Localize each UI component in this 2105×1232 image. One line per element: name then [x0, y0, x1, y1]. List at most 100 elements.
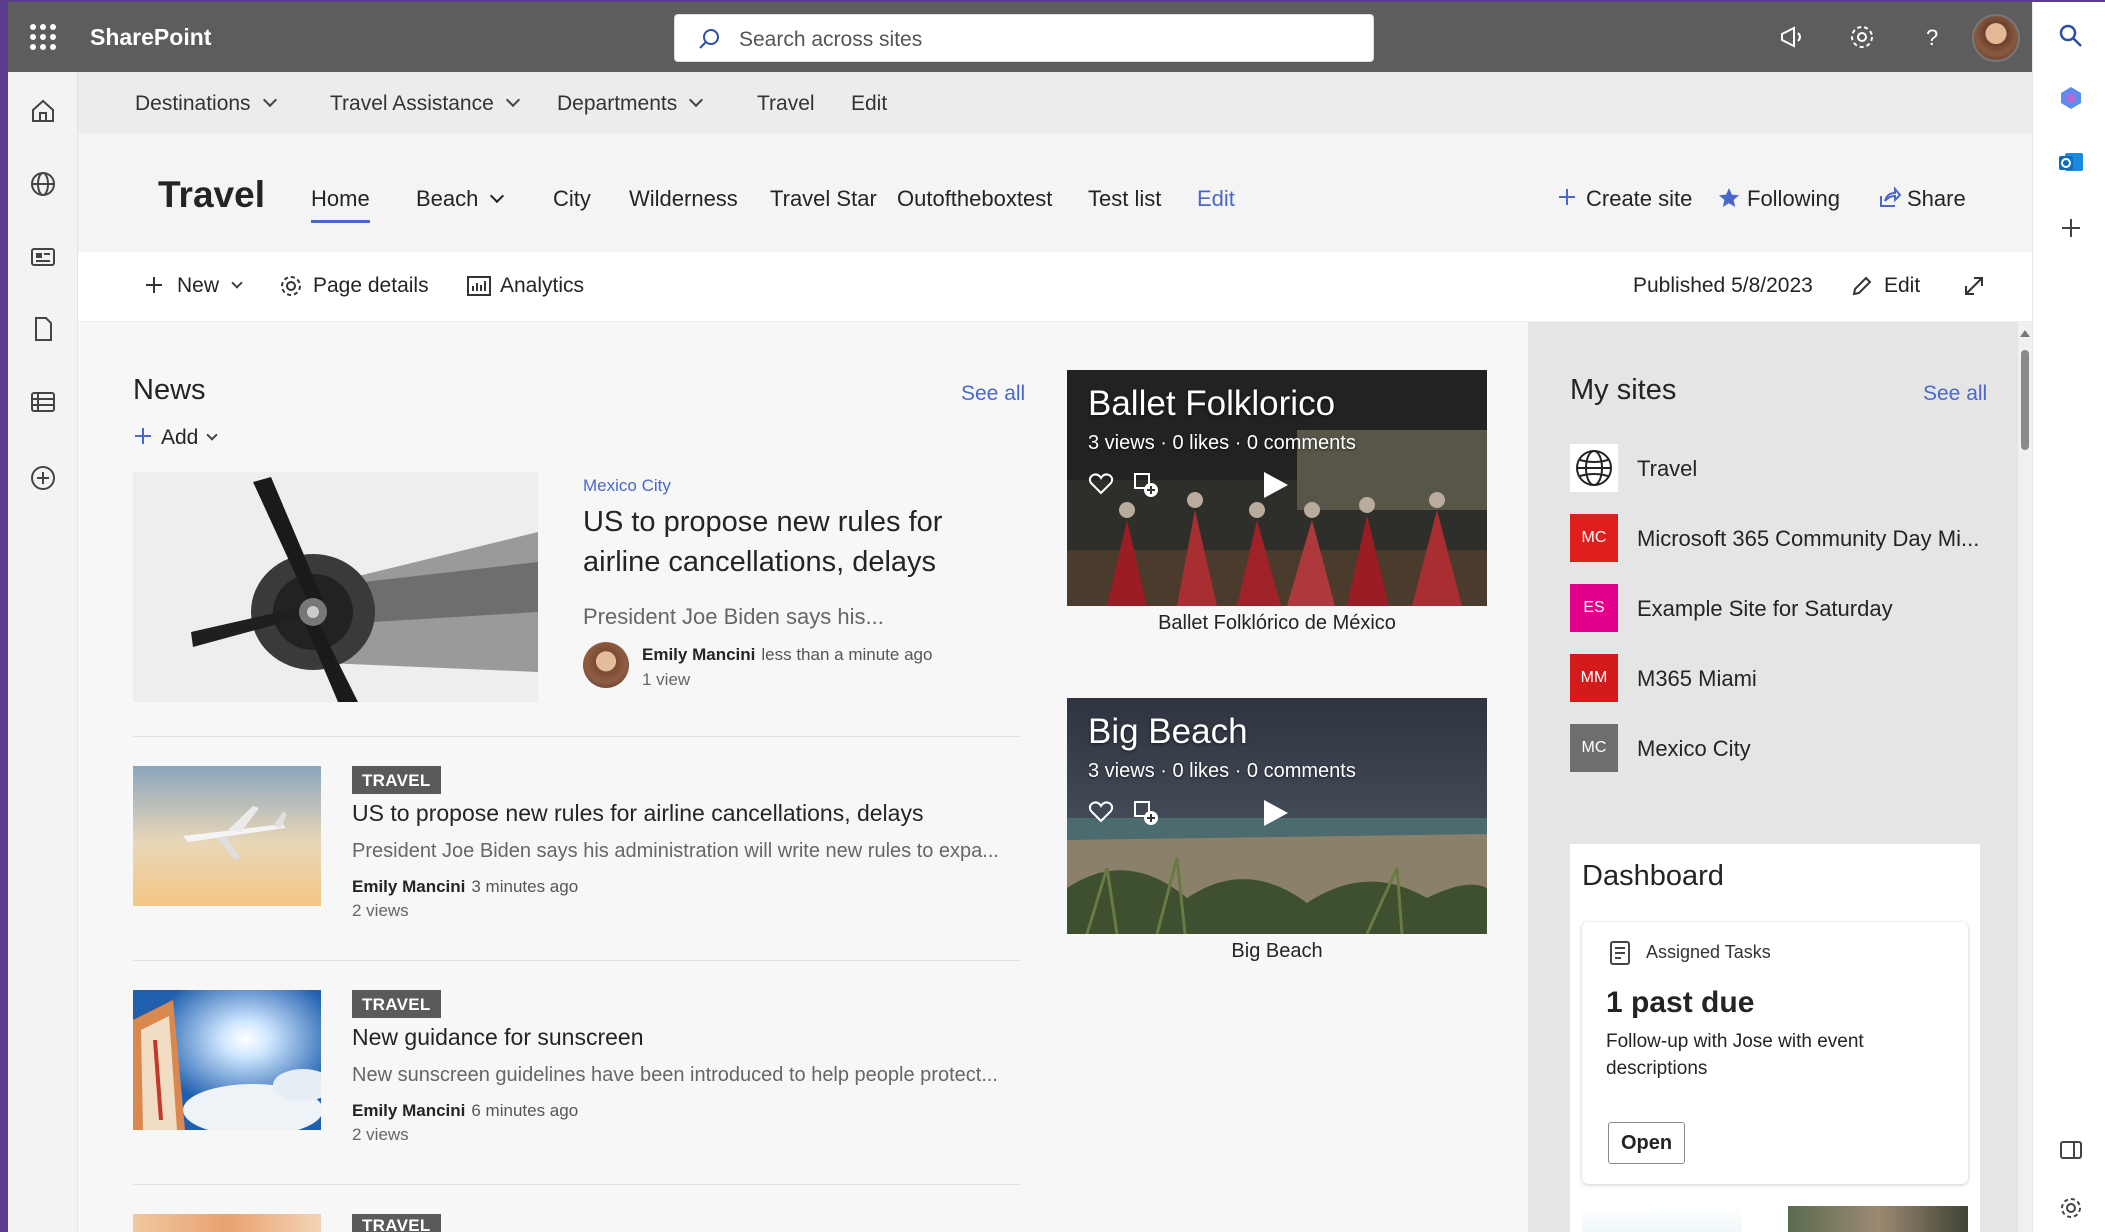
add-to-playlist-icon[interactable] [1133, 800, 1159, 826]
analytics-button[interactable]: Analytics [467, 274, 584, 298]
news-item-byline: Emily Mancini 3 minutes ago [352, 877, 579, 896]
like-heart-icon[interactable] [1088, 472, 1114, 496]
analytics-icon [467, 276, 491, 296]
hub-nav-edit[interactable]: Edit [851, 92, 887, 116]
following-button[interactable]: Following [1719, 186, 1840, 212]
site-name: Mexico City [1637, 736, 1751, 761]
scrollbar-thumb[interactable] [2021, 350, 2029, 450]
globe-icon[interactable] [28, 169, 58, 199]
gear-icon [281, 276, 301, 296]
create-site-button[interactable]: Create site [1559, 186, 1692, 212]
app-name[interactable]: SharePoint [90, 24, 211, 51]
vertical-scrollbar[interactable] [2018, 322, 2032, 1232]
news-item-views: 2 views [352, 1125, 409, 1144]
video-stats: 3 views · 0 likes · 0 comments [1088, 432, 1356, 454]
new-button[interactable]: New [146, 274, 243, 298]
file-icon[interactable] [28, 314, 58, 344]
news-item-thumbnail[interactable] [133, 990, 321, 1130]
plus-icon [146, 277, 162, 293]
site-nav-outoftheboxtest[interactable]: Outoftheboxtest [897, 186, 1052, 212]
travel-site-globe-icon [1570, 444, 1618, 492]
site-nav-test-list[interactable]: Test list [1088, 186, 1161, 212]
hub-nav-travel[interactable]: Travel [757, 92, 815, 116]
hub-nav-destinations[interactable]: Destinations [135, 92, 277, 116]
search-icon [699, 29, 719, 49]
home-icon[interactable] [28, 96, 58, 126]
copilot-icon[interactable] [2057, 84, 2085, 112]
sun-thermometer-image [133, 990, 321, 1130]
help-icon[interactable]: ? [1918, 23, 1946, 51]
hero-news-image[interactable] [133, 472, 538, 702]
outlook-icon[interactable] [2057, 148, 2085, 176]
app-launcher-icon[interactable] [30, 24, 56, 50]
hero-news-tag[interactable]: Mexico City [583, 476, 671, 496]
site-name: Example Site for Saturday [1637, 596, 1893, 621]
hub-nav-travel-assistance[interactable]: Travel Assistance [330, 92, 520, 116]
site-nav-beach[interactable]: Beach [416, 186, 505, 212]
video-title: Big Beach [1088, 712, 1248, 751]
open-button[interactable]: Open [1608, 1122, 1685, 1164]
search-icon[interactable] [2057, 22, 2085, 50]
hub-nav-departments[interactable]: Departments [557, 92, 704, 116]
plus-icon [135, 428, 151, 444]
assigned-tasks-card: Assigned Tasks 1 past due Follow-up with… [1582, 922, 1968, 1184]
play-icon[interactable] [1264, 800, 1288, 826]
edit-page-button[interactable]: Edit [1852, 274, 1920, 298]
card-text: Follow-up with Jose with event descripti… [1606, 1031, 1864, 1079]
news-item-title[interactable]: New guidance for sunscreen [352, 1024, 644, 1051]
expand-icon[interactable] [1962, 274, 1986, 298]
airplane-sky-image [133, 766, 321, 906]
site-header: Travel Home Beach City Wilderness Travel… [78, 134, 2032, 252]
site-nav-home[interactable]: Home [311, 186, 370, 223]
news-item-description: New sunscreen guidelines have been intro… [352, 1064, 998, 1086]
add-to-playlist-icon[interactable] [1133, 472, 1159, 498]
scroll-up-arrow[interactable] [2020, 330, 2030, 337]
news-item-thumbnail[interactable] [133, 766, 321, 906]
search-placeholder: Search across sites [739, 28, 923, 51]
hero-news-description: President Joe Biden says his... [583, 604, 884, 629]
my-sites-see-all-link[interactable]: See all [1923, 382, 1987, 406]
play-icon[interactable] [1264, 472, 1288, 498]
site-nav-city[interactable]: City [553, 186, 591, 212]
news-item-thumbnail[interactable] [133, 1214, 321, 1232]
site-nav-wilderness[interactable]: Wilderness [629, 186, 738, 212]
create-icon[interactable] [28, 463, 58, 493]
page-canvas: News See all Add Mexico City US to propo… [78, 322, 1528, 1232]
right-column: My sites See all Travel MC Microsoft 365… [1528, 322, 2018, 1232]
news-item-category-badge: TRAVEL [352, 766, 441, 794]
page-details-button[interactable]: Page details [281, 274, 429, 298]
video-card-big-beach[interactable]: Big Beach 3 views · 0 likes · 0 comments [1067, 698, 1487, 934]
list-icon[interactable] [28, 387, 58, 417]
site-nav-travel-star[interactable]: Travel Star [770, 186, 877, 212]
divider [133, 960, 1020, 961]
hero-news-title[interactable]: US to propose new rules for airline canc… [583, 502, 1003, 582]
share-button[interactable]: Share [1880, 186, 1966, 212]
news-see-all-link[interactable]: See all [961, 382, 1025, 406]
panel-toggle-icon[interactable] [2057, 1136, 2085, 1164]
news-item-views: 2 views [352, 901, 409, 920]
share-icon [1880, 186, 1901, 207]
settings-gear-icon[interactable] [1848, 23, 1876, 51]
plus-icon [1559, 189, 1575, 205]
hero-news-views: 1 view [642, 670, 691, 689]
site-nav-edit[interactable]: Edit [1197, 186, 1235, 212]
site-title[interactable]: Travel [158, 174, 265, 216]
news-icon[interactable] [28, 242, 58, 272]
megaphone-icon[interactable] [1778, 23, 1806, 51]
video-stats: 3 views · 0 likes · 0 comments [1088, 760, 1356, 782]
chevron-down-icon [206, 429, 219, 441]
video-card-ballet-folklorico[interactable]: Ballet Folklorico 3 views · 0 likes · 0 … [1067, 370, 1487, 606]
site-name: Travel [1637, 456, 1698, 481]
news-item-title[interactable]: US to propose new rules for airline canc… [352, 800, 923, 827]
like-heart-icon[interactable] [1088, 800, 1114, 824]
settings-gear-icon[interactable] [2057, 1194, 2085, 1222]
news-add-button[interactable]: Add [133, 426, 219, 450]
site-initials-icon: MC [1570, 514, 1618, 562]
tasks-icon [1610, 941, 1630, 965]
search-box[interactable]: Search across sites [674, 14, 1374, 62]
user-avatar[interactable] [1972, 14, 2020, 62]
hero-news-byline: Emily Mancini less than a minute ago [642, 645, 933, 664]
chevron-down-icon [505, 92, 520, 108]
svg-text:?: ? [1926, 25, 1938, 50]
add-icon[interactable] [2057, 214, 2085, 242]
